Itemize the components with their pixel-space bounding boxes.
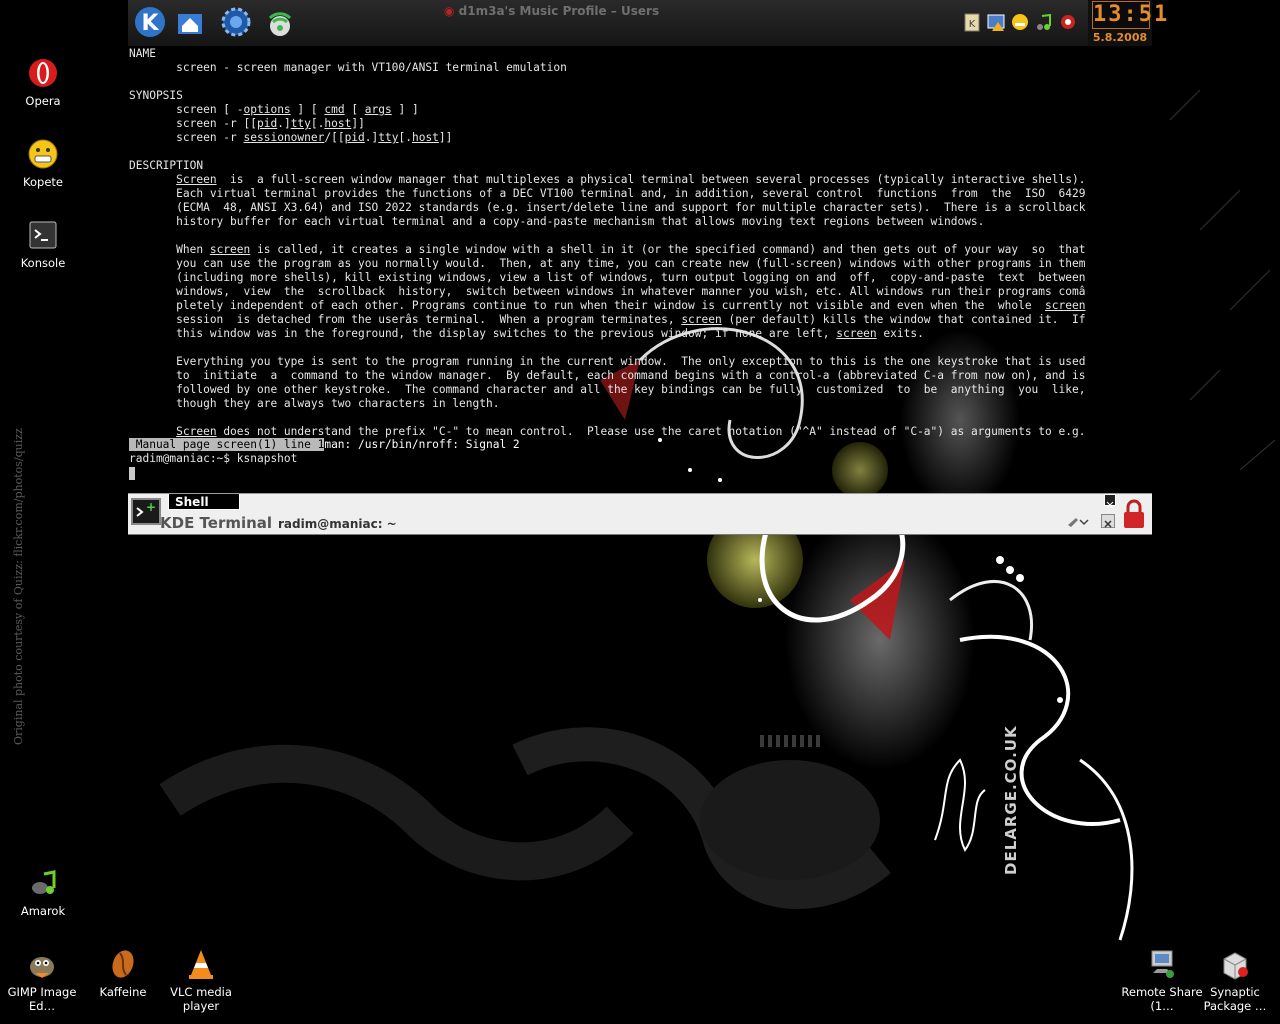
tab-shell[interactable]: Shell: [168, 494, 240, 510]
terminal-line: to initiate a command to the window mana…: [129, 369, 1086, 382]
taskbar-entry-label: d1m3a's Music Profile – Users: [458, 4, 660, 18]
terminal-line: you can use the program as you normally …: [129, 257, 1086, 270]
svg-text:+: +: [146, 500, 156, 514]
terminal-line: SYNOPSIS: [129, 89, 183, 102]
konsole-icon: [26, 218, 60, 252]
opera-icon: [26, 56, 60, 90]
close-tab-icon[interactable]: [1104, 494, 1116, 509]
desktop-icon-label: Remote Share (1…: [1121, 985, 1203, 1013]
desktop-icon-label: GIMP Image Ed…: [7, 985, 77, 1013]
lastfm-icon: ◉: [444, 4, 459, 18]
desktop-icon-label: Kaffeine: [99, 985, 147, 999]
terminal-line: Screen is a full-screen window manager t…: [176, 173, 1086, 186]
amarok-tray-icon[interactable]: [1034, 12, 1054, 32]
terminal-line: Screen does not understand the prefix "C…: [176, 425, 1086, 438]
terminal-line: this window was in the foreground, the d…: [129, 327, 924, 340]
gimp-icon: [25, 947, 59, 981]
pager-status-message: man: /usr/bin/nroff: Signal 2: [324, 438, 520, 451]
wallpaper-brand: DELARGE.CO.UK: [1002, 725, 1020, 875]
konsole-tab-bar: + Shell KDE Terminal radim@maniac: ~: [128, 493, 1152, 535]
synaptic-package-icon: [1218, 947, 1252, 981]
kopete-icon: [26, 137, 60, 171]
tab-shell-label: Shell: [175, 495, 209, 509]
konsole-window-title: radim@maniac: ~: [278, 517, 397, 531]
pager-status-highlight: Manual page screen(1) line 1: [129, 438, 325, 451]
taskbar-entry[interactable]: ◉ d1m3a's Music Profile – Users: [444, 4, 659, 18]
remote-share-icon: [1145, 947, 1179, 981]
vlc-cone-icon: [184, 947, 218, 981]
terminal-line: screen -r sessionowner/[[pid.]tty[.host]…: [129, 131, 453, 144]
terminal-line: followed by one other keystroke. The com…: [129, 383, 1086, 396]
desktop-icon-label: Synaptic Package …: [1203, 985, 1267, 1013]
close-window-icon[interactable]: [1101, 514, 1115, 528]
pager-status-line: Manual page screen(1) line 1man: /usr/bi…: [129, 438, 520, 452]
desktop-icon-konsole[interactable]: Konsole: [2, 218, 84, 270]
klipper-icon[interactable]: K: [962, 12, 982, 32]
terminal-line: DESCRIPTION: [129, 159, 204, 172]
clock[interactable]: 13:51 5.8.2008: [1088, 0, 1170, 46]
terminal-line: When screen is called, it creates a sing…: [129, 243, 1086, 256]
network-launcher[interactable]: [262, 4, 298, 40]
lock-icon[interactable]: [1120, 498, 1148, 530]
text-cursor: [129, 467, 135, 480]
terminal-line: windows, view the scrollback history, sw…: [129, 285, 1086, 298]
svg-text:K: K: [969, 19, 976, 30]
terminal-line: screen - screen manager with VT100/ANSI …: [129, 61, 567, 74]
clock-date: 5.8.2008: [1092, 31, 1148, 44]
terminal-line: pletely independent of each other. Progr…: [129, 299, 1086, 312]
kde-menu-button[interactable]: K: [132, 4, 168, 40]
terminal-line: Everything you type is sent to the progr…: [129, 355, 1086, 368]
globe-gear-icon: [221, 7, 251, 37]
svg-text:K: K: [141, 11, 159, 36]
shell-prompt: radim@maniac:~$ ksnapshot: [129, 452, 298, 465]
desktop-icon-label: Kopete: [23, 175, 63, 189]
terminal-view[interactable]: NAME screen - screen manager with VT100/…: [128, 46, 1152, 494]
terminal-line: (ECMA 48, ANSI X3.64) and ISO 2022 stand…: [129, 201, 1086, 214]
terminal-line: screen -r [[pid.]tty[.host]]: [129, 117, 365, 130]
home-folder-launcher[interactable]: [172, 4, 208, 40]
home-folder-icon: [178, 14, 202, 34]
terminal-line: NAME: [129, 47, 156, 60]
desktop-icon-amarok[interactable]: Amarok: [2, 866, 84, 918]
top-panel: K ◉ d1m3a's Music Profile – Users K 13:5…: [128, 0, 1170, 46]
terminal-line: history buffer for each virtual terminal…: [129, 215, 985, 228]
clock-time: 13:51: [1092, 1, 1170, 29]
new-session-icon[interactable]: +: [131, 498, 161, 525]
update-notifier-icon[interactable]: [986, 12, 1006, 32]
window-menu-icon[interactable]: [1066, 514, 1094, 528]
desktop-icon-label: Opera: [25, 94, 61, 108]
kde-gear-icon: K: [135, 7, 165, 37]
amarok-icon: [26, 866, 60, 900]
desktop-icon-kaffeine[interactable]: Kaffeine: [82, 947, 164, 999]
kaffeine-icon: [106, 947, 140, 981]
lastfm-tray-icon[interactable]: [1058, 12, 1078, 32]
terminal-line: Each virtual terminal provides the funct…: [129, 187, 1086, 200]
konsole-app-name: KDE Terminal: [160, 514, 273, 532]
desktop-icon-label: VLC media player: [170, 985, 232, 1013]
desktop-icon-kopete[interactable]: Kopete: [2, 137, 84, 189]
terminal-line: though they are always two characters in…: [129, 397, 500, 410]
wallpaper-credit: Original photo courtesy of Quizz: flickr…: [12, 428, 25, 745]
konqueror-launcher[interactable]: [218, 4, 254, 40]
desktop-icon-synaptic[interactable]: Synaptic Package …: [1194, 947, 1276, 1013]
terminal-line: screen [ -options ] [ cmd [ args ] ]: [129, 103, 419, 116]
desktop-icon-gimp[interactable]: GIMP Image Ed…: [1, 947, 83, 1013]
kopete-tray-icon[interactable]: [1010, 12, 1030, 32]
desktop-icon-remote-share[interactable]: Remote Share (1…: [1121, 947, 1203, 1013]
terminal-line: (including more shells), kill existing w…: [129, 271, 1086, 284]
desktop-icon-vlc[interactable]: VLC media player: [160, 947, 242, 1013]
desktop-icon-label: Amarok: [20, 904, 66, 918]
terminal-line: session is detached from the userâs term…: [129, 313, 1086, 326]
wireless-icon: [268, 12, 292, 36]
desktop-icon-label: Konsole: [20, 256, 66, 270]
desktop-icon-opera[interactable]: Opera: [2, 56, 84, 108]
system-tray: K: [960, 8, 1080, 38]
